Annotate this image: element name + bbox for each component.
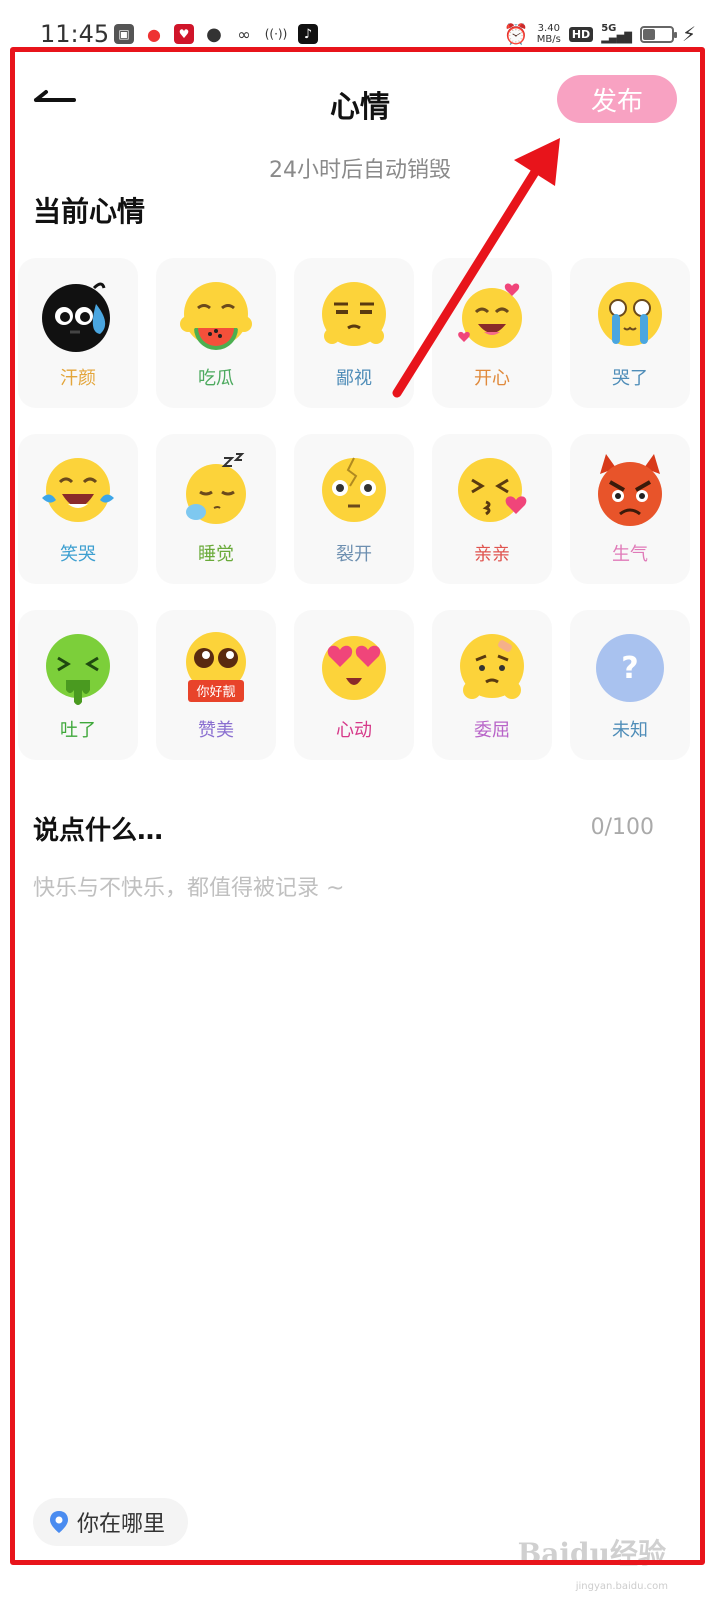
mood-label: 委屈 (474, 720, 510, 741)
mood-label: 笑哭 (60, 544, 96, 565)
network-speed: 3.40 MB/s (537, 23, 561, 45)
compose-heading: 说点什么… (33, 816, 164, 846)
mood-option-crying[interactable]: 哭了 (570, 258, 690, 408)
question-mark: ? (621, 651, 638, 686)
wronged-face-icon (460, 634, 524, 699)
mood-option-unknown[interactable]: ? 未知 (570, 610, 690, 760)
mood-option-sleeping[interactable]: 睡觉 (156, 434, 276, 584)
cracked-face-icon (322, 457, 386, 522)
vomit-face-icon (46, 634, 110, 705)
hotspot-icon: ((·)) (264, 27, 288, 41)
app-notification-icon: ▣ (114, 24, 134, 44)
eat-melon-face-icon (180, 282, 252, 350)
charging-icon: ⚡ (681, 22, 696, 46)
signal-bars-icon: ▂▄▆█ (601, 33, 632, 44)
heart-eyes-face-icon (322, 636, 386, 700)
praise-face-icon: 你好靓 (186, 632, 246, 702)
current-mood-heading: 当前心情 (33, 195, 146, 228)
system-icons: ⏰ 3.40 MB/s HD 5G ▂▄▆█ ⚡ (504, 22, 696, 46)
mood-label: 吐了 (60, 720, 96, 741)
unknown-face-icon: ? (596, 634, 664, 702)
location-label: 你在哪里 (77, 1512, 166, 1537)
happy-face-icon (458, 283, 522, 348)
mood-label: 裂开 (336, 544, 372, 565)
mood-label: 哭了 (612, 368, 648, 389)
tiktok-icon: ♪ (298, 24, 318, 44)
mood-option-laugh-cry[interactable]: 笑哭 (18, 434, 138, 584)
alarm-icon: ⏰ (503, 22, 529, 46)
wechat-icon: ∞ (237, 24, 251, 44)
mood-option-cracked[interactable]: 裂开 (294, 434, 414, 584)
mood-option-eat-melon[interactable]: 吃瓜 (156, 258, 276, 408)
mood-label: 吃瓜 (198, 368, 234, 389)
mood-grid: 汗颜 吃瓜 鄙视 开心 哭了 笑哭 睡觉 裂开 亲亲 生气 吐了 你好靓 赞美 … (18, 258, 690, 760)
location-pin-icon (50, 1511, 68, 1533)
mood-option-vomit[interactable]: 吐了 (18, 610, 138, 760)
publish-button[interactable]: 发布 (557, 75, 677, 123)
mood-label: 未知 (612, 720, 648, 741)
status-bar: 11:45 ▣ ● ♥ ● ∞ ((·)) ♪ ⏰ 3.40 MB/s HD 5… (0, 0, 720, 60)
map-pin-notification-icon: ● (147, 24, 161, 44)
battery-icon (639, 25, 677, 43)
mood-label: 鄙视 (336, 368, 372, 389)
kiss-face-icon (458, 458, 527, 522)
mood-label: 生气 (612, 544, 648, 565)
sleeping-face-icon (186, 453, 246, 524)
mood-option-praise[interactable]: 你好靓 赞美 (156, 610, 276, 760)
mood-option-angry[interactable]: 生气 (570, 434, 690, 584)
mood-label: 汗颜 (60, 368, 96, 389)
signal-indicator: 5G ▂▄▆█ (601, 24, 632, 44)
location-button[interactable]: 你在哪里 (33, 1498, 188, 1546)
status-time: 11:45 (40, 20, 110, 48)
speed-value: 3.40 (537, 23, 560, 34)
mood-option-disdain[interactable]: 鄙视 (294, 258, 414, 408)
notification-icons: ▣ ● ♥ ● ∞ ((·)) ♪ (114, 23, 318, 45)
crying-face-icon (598, 282, 662, 346)
watermark-url: jingyan.baidu.com (575, 1581, 668, 1592)
mood-option-happy[interactable]: 开心 (432, 258, 552, 408)
angry-face-icon (598, 454, 662, 526)
speed-unit: MB/s (536, 34, 561, 45)
mood-label: 睡觉 (198, 544, 234, 565)
sweat-face-icon (42, 282, 110, 352)
praise-sign-text: 你好靓 (196, 685, 235, 700)
mood-text-input[interactable] (33, 870, 673, 1470)
mood-option-kiss[interactable]: 亲亲 (432, 434, 552, 584)
disdain-face-icon (322, 282, 386, 346)
mood-label: 心动 (336, 720, 372, 741)
mood-label: 亲亲 (474, 544, 510, 565)
mood-option-wronged[interactable]: 委屈 (432, 610, 552, 760)
hd-badge: HD (568, 26, 594, 42)
laugh-cry-face-icon (42, 458, 114, 522)
auto-destroy-note: 24小时后自动销毁 (269, 158, 451, 183)
app-red-notification-icon: ♥ (174, 24, 194, 44)
mood-label: 赞美 (198, 720, 234, 741)
chat-bubble-icon: ● (206, 23, 222, 45)
mood-option-sweat[interactable]: 汗颜 (18, 258, 138, 408)
baidu-watermark: Baidu经验 (517, 1537, 666, 1570)
mood-option-heart-eyes[interactable]: 心动 (294, 610, 414, 760)
mood-label: 开心 (474, 368, 510, 389)
char-counter: 0/100 (590, 815, 654, 840)
